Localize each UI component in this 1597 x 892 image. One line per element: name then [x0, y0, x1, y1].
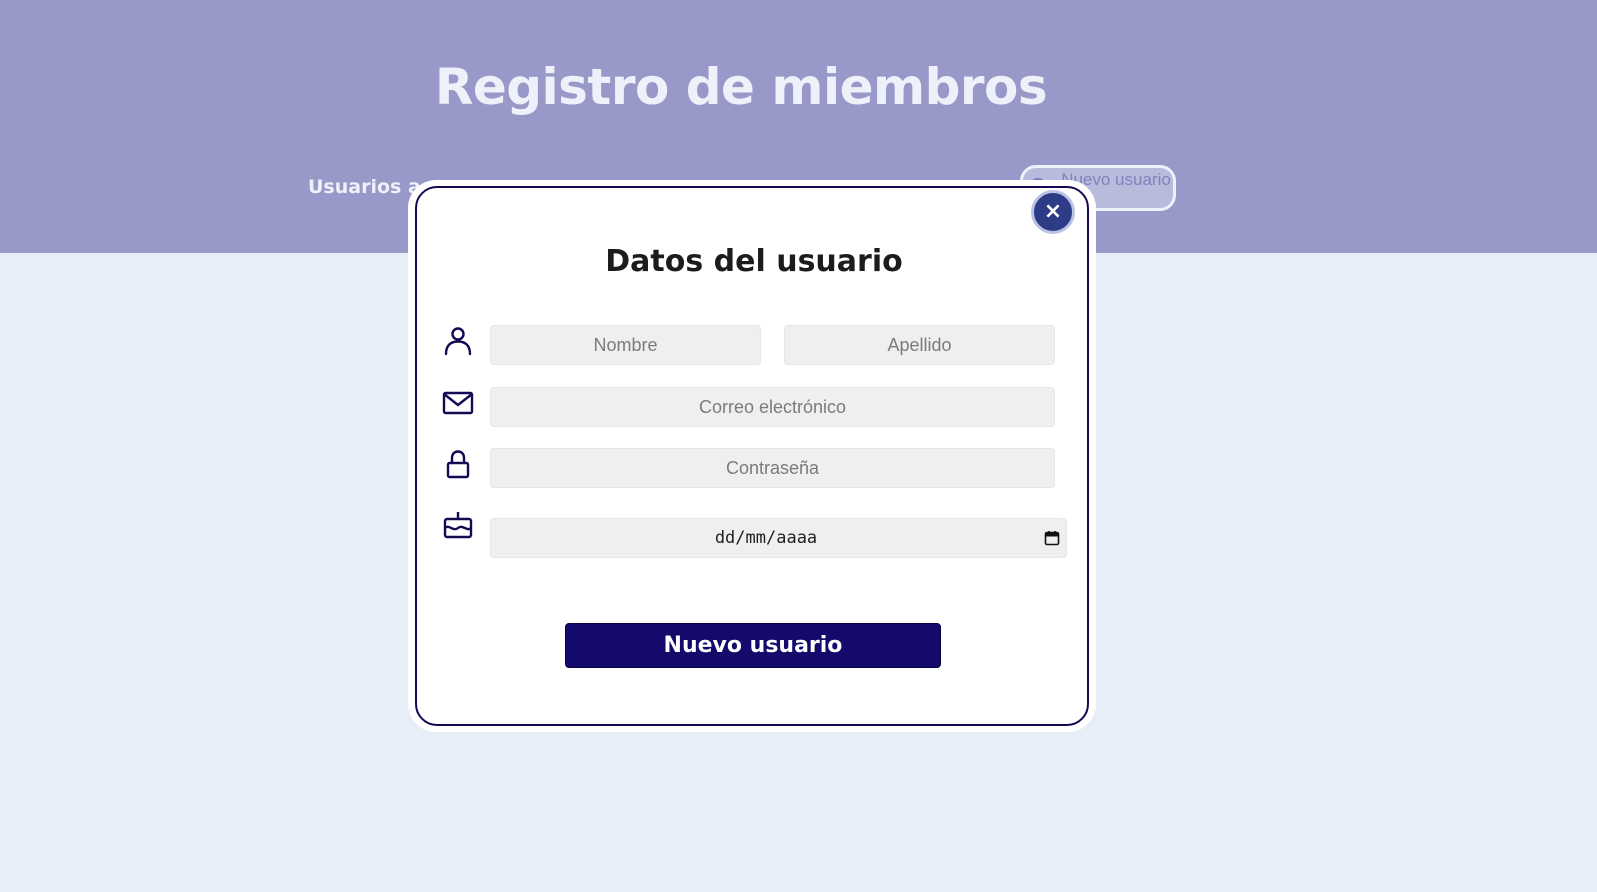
birthdate-placeholder: dd/mm/aaaa — [714, 528, 818, 548]
password-field[interactable] — [490, 448, 1055, 488]
lock-icon — [441, 447, 475, 481]
mail-icon — [441, 386, 475, 420]
user-icon — [441, 324, 475, 358]
calendar-icon[interactable] — [1044, 530, 1060, 546]
birthdate-field[interactable]: dd/mm/aaaa — [490, 518, 1067, 558]
first-name-field[interactable] — [490, 325, 761, 365]
close-button[interactable]: × — [1031, 190, 1075, 234]
user-modal: × Datos del usuario Nombre Apellido Corr… — [408, 180, 1096, 732]
modal-title: Datos del usuario — [605, 244, 903, 279]
cake-icon — [441, 508, 475, 542]
submit-new-user-button[interactable]: Nuevo usuario — [565, 623, 941, 668]
close-icon: × — [1043, 199, 1063, 224]
page-title: Registro de miembros — [434, 58, 1048, 116]
last-name-field[interactable] — [784, 325, 1055, 365]
user-modal-panel: × Datos del usuario Nombre Apellido Corr… — [415, 186, 1089, 726]
email-field[interactable] — [490, 387, 1055, 427]
